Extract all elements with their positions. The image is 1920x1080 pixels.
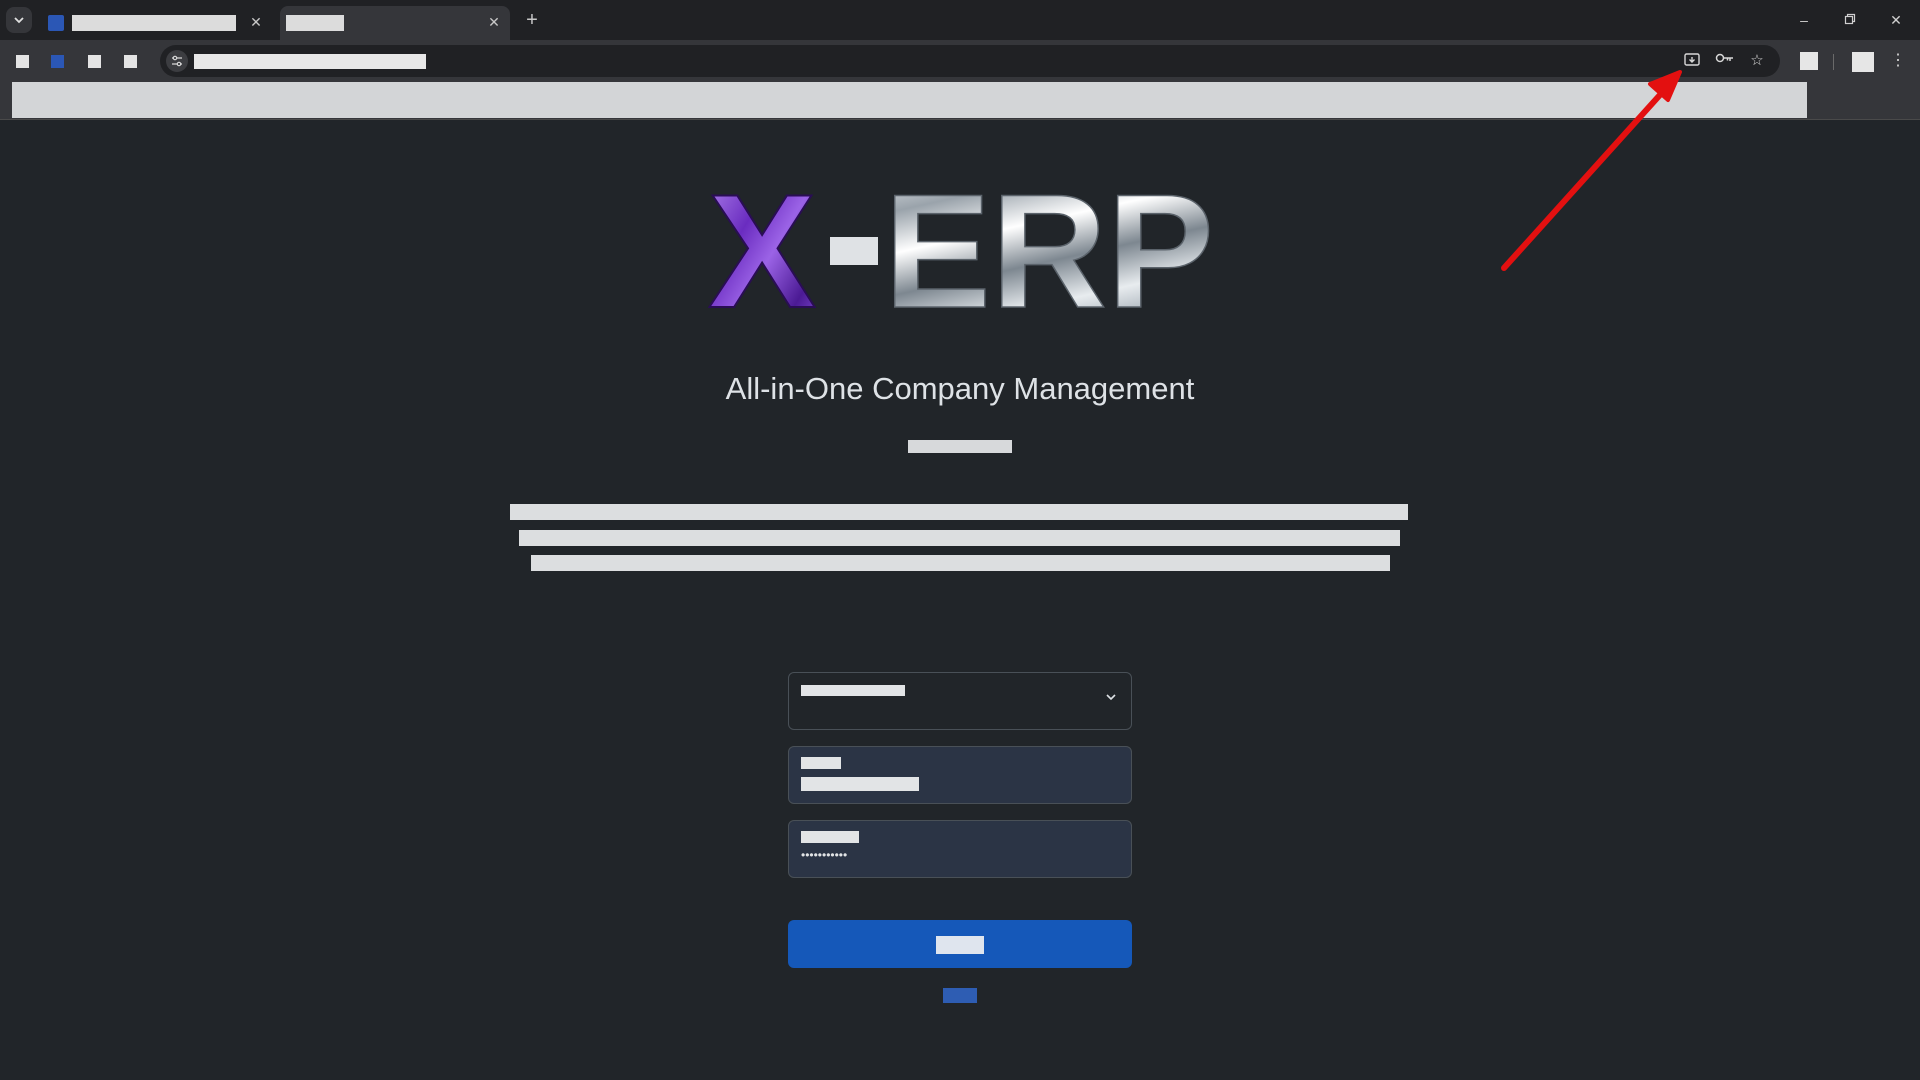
new-tab-button[interactable]: + bbox=[520, 8, 544, 32]
select-value bbox=[801, 685, 905, 696]
password-value: ••••••••••• bbox=[801, 848, 848, 862]
extensions-button[interactable] bbox=[1800, 52, 1818, 70]
address-bar[interactable]: ☆ bbox=[160, 45, 1780, 77]
username-value bbox=[801, 777, 919, 791]
url-text bbox=[194, 54, 426, 69]
toolbar-divider bbox=[1833, 54, 1834, 70]
tab-strip: ✕ ✕ + – ✕ bbox=[0, 0, 1920, 40]
tab-search-button[interactable] bbox=[6, 7, 32, 33]
restore-icon bbox=[1844, 13, 1856, 25]
logo-x: X bbox=[708, 179, 816, 309]
minimize-button[interactable]: – bbox=[1792, 8, 1816, 32]
bookmarks-content[interactable] bbox=[12, 82, 1807, 118]
page-content: X ERP All-in-One Company Management ••••… bbox=[0, 121, 1920, 1080]
description-line bbox=[519, 530, 1400, 546]
forgot-password-link[interactable] bbox=[943, 988, 977, 1003]
browser-tab-2[interactable]: ✕ bbox=[280, 6, 510, 40]
username-label bbox=[801, 757, 841, 769]
menu-icon[interactable]: ⋮ bbox=[1889, 51, 1907, 71]
forward-button[interactable] bbox=[88, 55, 101, 68]
company-select[interactable] bbox=[788, 672, 1132, 730]
subtitle-block bbox=[908, 440, 1012, 453]
xerp-logo: X ERP bbox=[708, 179, 1215, 309]
close-icon[interactable]: ✕ bbox=[486, 14, 502, 30]
logo-dash bbox=[830, 237, 878, 265]
password-label bbox=[801, 831, 859, 843]
close-icon[interactable]: ✕ bbox=[248, 14, 264, 30]
browser-toolbar: ☆ ⋮ bbox=[0, 40, 1920, 82]
username-field[interactable] bbox=[788, 746, 1132, 804]
chevron-down-icon bbox=[14, 17, 24, 24]
reload-button[interactable] bbox=[124, 55, 137, 68]
tab-title bbox=[286, 15, 344, 31]
chevron-down-icon bbox=[1103, 691, 1119, 707]
page-tagline: All-in-One Company Management bbox=[725, 371, 1195, 406]
site-info-button[interactable] bbox=[166, 50, 188, 72]
back-button[interactable] bbox=[16, 55, 29, 68]
tab-favicon bbox=[48, 15, 64, 31]
logo-erp: ERP bbox=[884, 179, 1214, 309]
key-icon[interactable] bbox=[1715, 51, 1735, 71]
browser-tab-1[interactable]: ✕ bbox=[40, 6, 272, 40]
description-line bbox=[510, 504, 1408, 520]
password-field[interactable]: ••••••••••• bbox=[788, 820, 1132, 878]
star-icon[interactable]: ☆ bbox=[1747, 51, 1767, 71]
extension-icon[interactable] bbox=[51, 55, 64, 68]
close-window-button[interactable]: ✕ bbox=[1884, 8, 1908, 32]
profile-button[interactable] bbox=[1852, 52, 1874, 72]
login-button-label bbox=[936, 936, 984, 954]
login-button[interactable] bbox=[788, 920, 1132, 968]
bookmarks-bar bbox=[0, 82, 1920, 120]
tune-icon bbox=[172, 55, 182, 67]
restore-button[interactable] bbox=[1838, 8, 1862, 32]
tab-title bbox=[72, 15, 236, 31]
description-line bbox=[531, 555, 1390, 571]
cast-icon[interactable] bbox=[1682, 51, 1702, 71]
